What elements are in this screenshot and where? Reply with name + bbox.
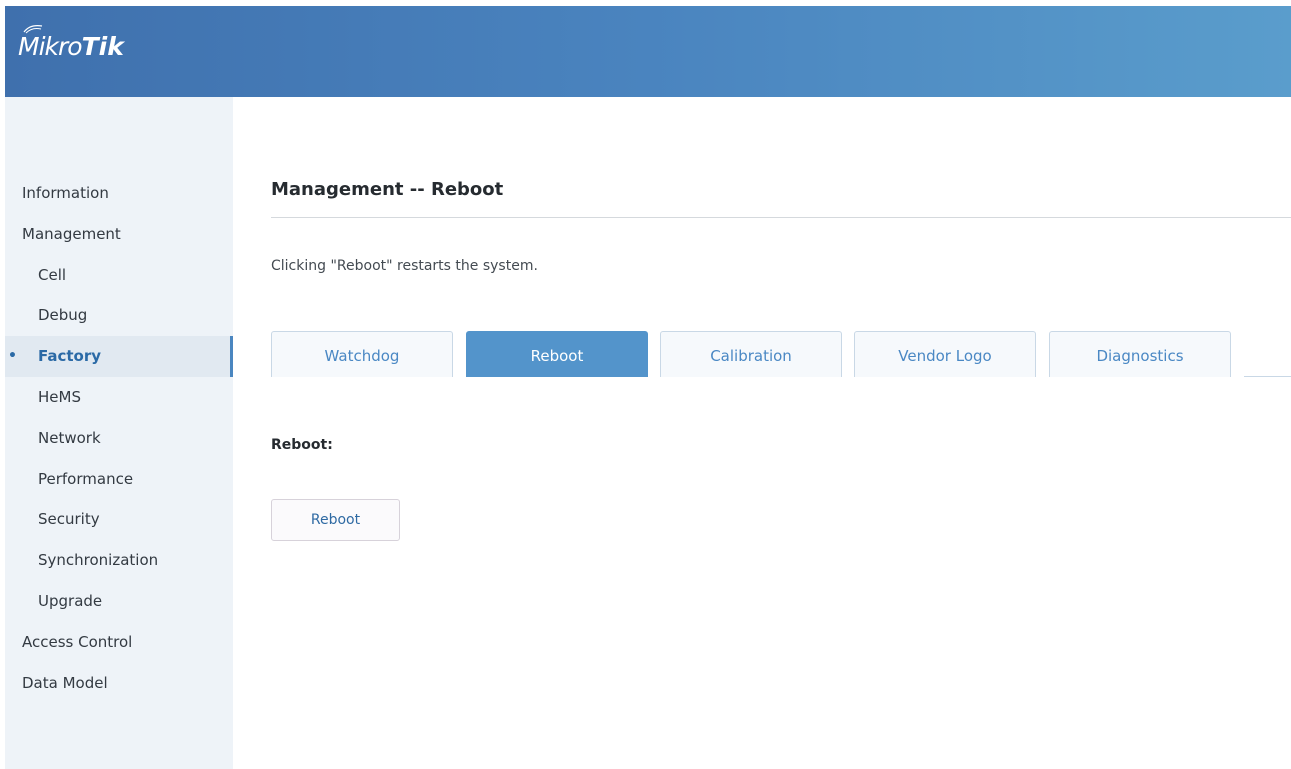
- sidebar-item-management[interactable]: Management: [5, 214, 233, 255]
- sidebar-item-access-control[interactable]: Access Control: [5, 622, 233, 663]
- page-title: Management -- Reboot: [271, 179, 504, 200]
- sidebar-item-label: HeMS: [38, 387, 81, 406]
- page-description: Clicking "Reboot" restarts the system.: [271, 258, 538, 274]
- sidebar-item-label: Synchronization: [38, 551, 159, 570]
- sidebar-item-label: Management: [22, 224, 121, 243]
- sidebar-item-label: Performance: [38, 469, 134, 488]
- reboot-section-label: Reboot:: [271, 437, 333, 453]
- tab-diagnostics[interactable]: Diagnostics: [1049, 331, 1231, 377]
- sidebar-item-hems[interactable]: HeMS: [5, 377, 233, 418]
- tab-bar-underline: [1244, 376, 1291, 377]
- sidebar: Information Management Cell Debug • Facto…: [5, 97, 233, 769]
- tab-vendor-logo[interactable]: Vendor Logo: [854, 331, 1036, 377]
- active-bullet-icon: •: [8, 348, 17, 365]
- logo-text-light: Mikro: [18, 32, 83, 61]
- reboot-button[interactable]: Reboot: [271, 499, 400, 541]
- title-divider: [271, 217, 1291, 218]
- sidebar-item-factory[interactable]: • Factory: [5, 336, 233, 377]
- sidebar-item-information[interactable]: Information: [5, 173, 233, 214]
- sidebar-item-security[interactable]: Security: [5, 499, 233, 540]
- main-content: Management -- Reboot Clicking "Reboot" r…: [233, 97, 1291, 769]
- sidebar-item-upgrade[interactable]: Upgrade: [5, 581, 233, 622]
- top-header: MikroTik: [5, 6, 1291, 97]
- sidebar-item-network[interactable]: Network: [5, 418, 233, 459]
- sidebar-menu: Information Management Cell Debug • Facto…: [5, 173, 233, 703]
- sidebar-item-label: Factory: [38, 347, 102, 366]
- tab-calibration[interactable]: Calibration: [660, 331, 842, 377]
- sidebar-item-data-model[interactable]: Data Model: [5, 663, 233, 704]
- sidebar-item-label: Data Model: [22, 673, 108, 692]
- mikrotik-logo[interactable]: MikroTik: [18, 32, 124, 62]
- sidebar-item-label: Information: [22, 184, 109, 202]
- sidebar-item-label: Security: [38, 510, 100, 529]
- sidebar-item-label: Upgrade: [38, 591, 103, 610]
- sidebar-item-cell[interactable]: Cell: [5, 255, 233, 296]
- sidebar-item-performance[interactable]: Performance: [5, 459, 233, 500]
- logo-text-bold: Tik: [81, 32, 124, 61]
- sidebar-item-label: Network: [38, 428, 101, 447]
- sidebar-item-label: Debug: [38, 306, 88, 325]
- tab-watchdog[interactable]: Watchdog: [271, 331, 453, 377]
- sidebar-item-label: Cell: [38, 265, 67, 284]
- sidebar-item-debug[interactable]: Debug: [5, 295, 233, 336]
- sidebar-item-synchronization[interactable]: Synchronization: [5, 540, 233, 581]
- sidebar-item-label: Access Control: [22, 632, 133, 651]
- tab-reboot[interactable]: Reboot: [466, 331, 648, 377]
